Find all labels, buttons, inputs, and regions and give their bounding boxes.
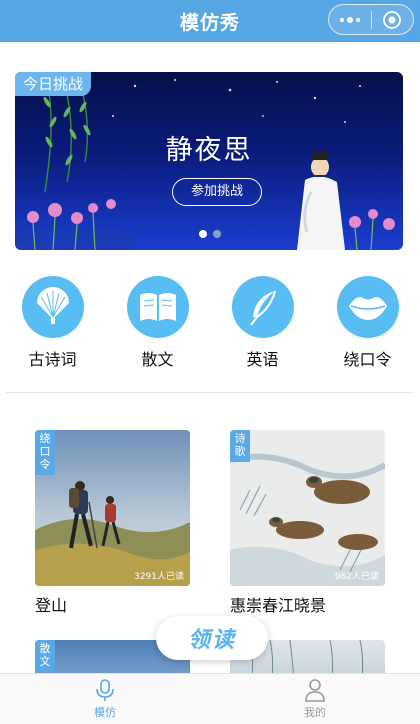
carousel-dot[interactable] xyxy=(213,230,221,238)
tab-imitate[interactable]: 模仿 xyxy=(0,674,210,724)
category-classical-poetry[interactable]: 古诗词 xyxy=(0,276,105,370)
tab-label: 我的 xyxy=(304,706,326,719)
lips-icon xyxy=(336,276,399,338)
content-card[interactable]: 诗歌 982人已读 惠崇春江晓景 xyxy=(230,430,385,616)
card-reader-count: 982人已读 xyxy=(334,572,379,582)
card-title: 惠崇春江晓景 xyxy=(230,596,327,615)
close-capsule-button[interactable] xyxy=(372,5,414,34)
category-label: 绕口令 xyxy=(343,350,392,369)
banner-poem-title: 静夜思 xyxy=(165,135,253,166)
feather-icon xyxy=(231,276,294,338)
content-card[interactable]: 绕口令 3291人已读 登山 xyxy=(35,430,190,616)
card-category-tag: 散文 xyxy=(35,640,55,672)
carousel-indicators xyxy=(199,230,221,238)
card-title: 登山 xyxy=(35,596,68,615)
tab-label: 模仿 xyxy=(94,706,116,719)
bottom-tab-bar: 模仿 我的 xyxy=(0,673,420,724)
join-challenge-button[interactable]: 参加挑战 xyxy=(172,178,262,206)
carousel-dot[interactable] xyxy=(199,230,207,238)
fan-icon xyxy=(21,276,84,338)
category-label: 英语 xyxy=(246,350,279,369)
book-icon xyxy=(126,276,189,338)
card-reader-count: 3291人已读 xyxy=(134,572,184,582)
daily-challenge-banner[interactable]: 今日挑战 静夜思 参加挑战 xyxy=(15,72,403,250)
lead-reading-button[interactable]: 领读 xyxy=(156,616,268,660)
mini-program-capsule xyxy=(328,4,414,35)
card-thumbnail: 绕口令 3291人已读 xyxy=(35,430,190,586)
target-circle-icon xyxy=(383,10,402,29)
page-title: 模仿秀 xyxy=(179,11,240,34)
card-category-tag: 诗歌 xyxy=(230,430,250,462)
microphone-icon xyxy=(96,679,114,701)
user-icon xyxy=(305,679,325,702)
category-label: 古诗词 xyxy=(28,350,77,369)
hikers-image xyxy=(35,430,190,586)
category-tongue-twister[interactable]: 绕口令 xyxy=(315,276,420,370)
section-divider xyxy=(6,392,414,393)
category-label: 散文 xyxy=(141,350,174,369)
more-menu-button[interactable] xyxy=(329,5,371,34)
top-nav-bar: 模仿秀 xyxy=(0,0,420,42)
category-english[interactable]: 英语 xyxy=(210,276,315,370)
tab-mine[interactable]: 我的 xyxy=(210,674,420,724)
category-grid: 古诗词 散文 英语 绕口令 xyxy=(0,276,420,370)
today-challenge-tag: 今日挑战 xyxy=(15,72,92,96)
card-category-tag: 绕口令 xyxy=(35,430,55,475)
category-prose[interactable]: 散文 xyxy=(105,276,210,370)
ducks-painting-image xyxy=(230,430,385,586)
card-thumbnail: 诗歌 982人已读 xyxy=(230,430,385,586)
more-dots-icon xyxy=(339,16,360,23)
